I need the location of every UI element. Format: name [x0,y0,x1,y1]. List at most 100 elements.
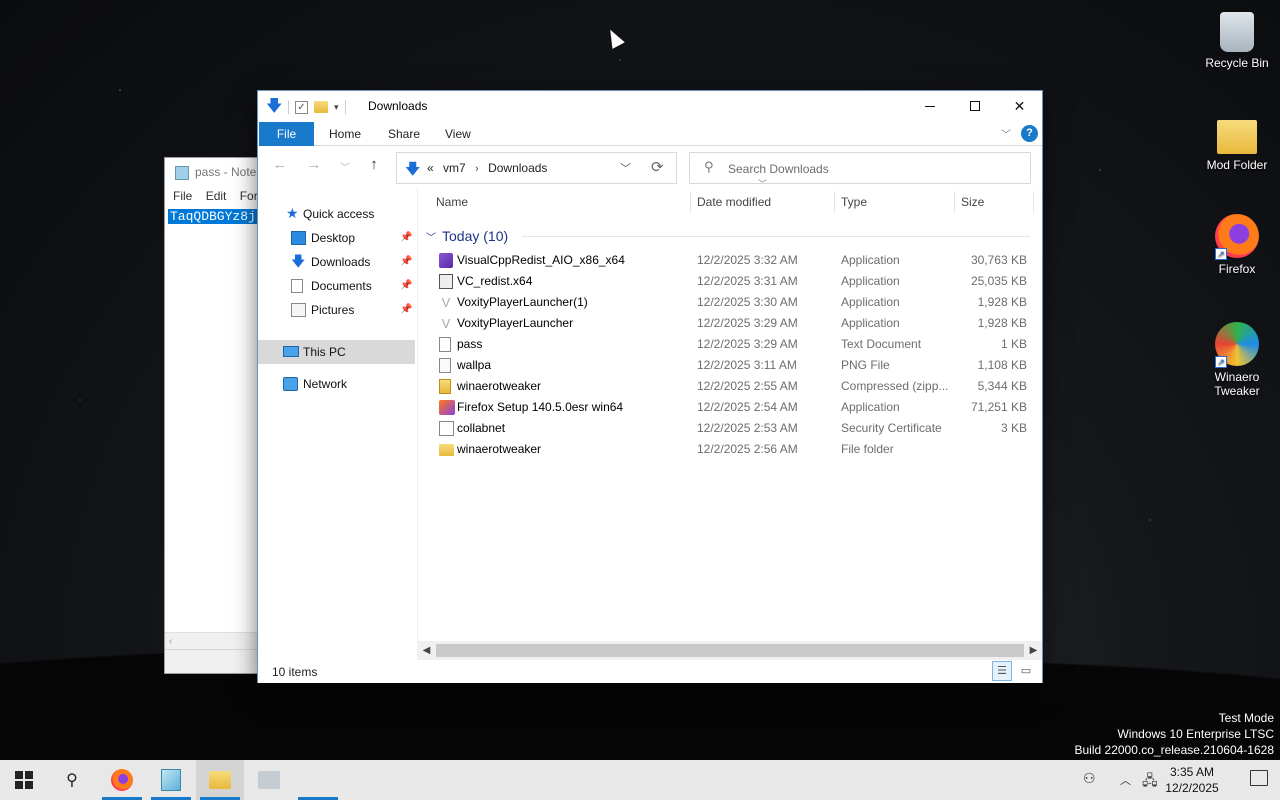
breadcrumb-vm7[interactable]: vm7 [443,161,466,175]
large-icons-view-button[interactable]: ▭ [1016,661,1036,681]
desktop-icon-recycle-bin[interactable]: Recycle Bin [1197,6,1277,70]
refresh-button[interactable]: ⟳ [651,158,664,176]
nav-network[interactable]: Network [258,372,415,396]
notepad-window[interactable]: pass - Notepad File Edit Format TaqQDBGY… [164,157,264,674]
file-row[interactable]: wallpa 12/2/2025 3:11 AM PNG File 1,108 … [418,355,1034,376]
customize-toolbar-chevron-icon[interactable]: ▾ [334,102,339,113]
details-view-button[interactable]: ☰ [992,661,1012,681]
star-icon: ★ [286,205,299,221]
properties-icon[interactable]: ✓ [295,100,308,114]
show-hidden-icons-chevron-icon[interactable]: ︿ [1120,772,1131,788]
breadcrumb-downloads[interactable]: Downloads [488,161,547,175]
pin-icon[interactable]: 📌 [400,298,412,322]
voxity-app-icon: V [441,316,451,331]
file-name: VC_redist.x64 [457,274,533,288]
column-name[interactable]: Name [436,187,468,217]
scroll-right-icon[interactable]: ▶ [1025,641,1042,660]
nav-documents[interactable]: Documents 📌 [258,274,415,298]
expand-ribbon-chevron-icon[interactable]: ﹀ [1001,126,1011,141]
desktop-icon-winaero-tweaker[interactable]: ↗ Winaero Tweaker [1197,322,1277,398]
column-date-modified[interactable]: Date modified [697,187,771,217]
address-dropdown-chevron-icon[interactable]: ﹀ [620,160,631,176]
file-row[interactable]: VisualCppRedist_AIO_x86_x64 12/2/2025 3:… [418,250,1034,271]
taskbar-notepad[interactable] [147,760,195,800]
tab-view[interactable]: View [445,122,471,146]
file-row[interactable]: V VoxityPlayerLauncher(1) 12/2/2025 3:30… [418,292,1034,313]
breadcrumb-separator-icon[interactable]: › [475,163,479,175]
pin-icon[interactable]: 📌 [400,274,412,298]
nav-downloads[interactable]: 🡇 Downloads 📌 [258,250,415,274]
notifications-icon[interactable] [1250,770,1268,786]
file-row[interactable]: Firefox Setup 140.5.0esr win64 12/2/2025… [418,397,1034,418]
search-box[interactable]: ⚲ [689,152,1031,184]
file-row[interactable]: winaerotweaker 12/2/2025 2:56 AM File fo… [418,439,1034,460]
search-button[interactable]: ⚲ [48,760,96,800]
file-row[interactable]: VC_redist.x64 12/2/2025 3:31 AM Applicat… [418,271,1034,292]
notepad-menu-file[interactable]: File [173,189,192,203]
column-divider[interactable] [834,191,835,213]
column-divider[interactable] [954,191,955,213]
maximize-button[interactable] [952,91,997,121]
column-type[interactable]: Type [841,187,867,217]
column-size[interactable]: Size [961,187,984,217]
desktop-icon-label: Mod Folder [1206,158,1268,172]
breadcrumb-overflow[interactable]: « [427,161,434,175]
nav-pictures[interactable]: Pictures 📌 [258,298,415,322]
notepad-titlebar[interactable]: pass - Notepad [165,158,263,186]
explorer-titlebar[interactable]: 🡇 ✓ ▾ Downloads ✕ [258,91,1042,122]
taskbar-firefox[interactable] [98,760,146,800]
group-header-today[interactable]: ﹀ Today (10) [426,226,508,246]
notepad-selected-text[interactable]: TaqQDBGYz8j [168,209,258,224]
scrollbar-thumb[interactable] [436,644,1024,657]
watermark-test-mode: Test Mode [1218,711,1274,725]
clock[interactable]: 3:35 AM 12/2/2025 [1162,764,1222,796]
winaero-tweaker-icon: ↗ [1215,322,1259,368]
pin-icon[interactable]: 📌 [400,250,412,274]
people-icon[interactable]: ⚇ [1083,770,1096,787]
scroll-left-icon[interactable]: ◀ [418,641,435,660]
desktop-icon-mod-folder[interactable]: Mod Folder [1197,110,1277,172]
up-button[interactable]: ↑ [364,156,384,173]
address-bar[interactable]: 🡇 « vm7 › Downloads ﹀ ⟳ [396,152,677,184]
this-pc-icon [283,346,299,357]
close-button[interactable]: ✕ [997,91,1042,121]
recent-locations-chevron-icon[interactable]: ﹀ [335,159,355,174]
taskbar-running-app[interactable] [294,760,342,800]
nav-label: Pictures [311,303,355,317]
start-button[interactable] [0,760,48,800]
collapse-chevron-icon[interactable]: ﹀ [426,233,436,244]
file-explorer-window[interactable]: 🡇 ✓ ▾ Downloads ✕ File Home Share View ﹀… [257,90,1043,683]
pin-icon[interactable]: 📌 [400,226,412,250]
zip-folder-icon [439,379,451,394]
minimize-button[interactable] [907,91,952,121]
new-folder-icon[interactable] [314,101,328,113]
search-input[interactable] [728,160,1018,177]
forward-button[interactable]: → [304,156,324,173]
file-row[interactable]: V VoxityPlayerLauncher 12/2/2025 3:29 AM… [418,313,1034,334]
nav-desktop[interactable]: Desktop 📌 [258,226,415,250]
tab-file[interactable]: File [259,122,314,146]
file-row[interactable]: pass 12/2/2025 3:29 AM Text Document 1 K… [418,334,1034,355]
taskbar-pinned-app[interactable] [245,760,293,800]
back-button[interactable]: ← [270,156,290,173]
nav-label: Network [303,377,348,391]
network-status-icon[interactable]: 🖧 [1142,770,1158,794]
file-row[interactable]: collabnet 12/2/2025 2:53 AM Security Cer… [418,418,1034,439]
column-divider[interactable] [1033,191,1034,213]
file-row[interactable]: winaerotweaker 12/2/2025 2:55 AM Compres… [418,376,1034,397]
group-label: Today (10) [442,228,509,244]
notepad-horizontal-scrollbar[interactable]: ‹ [165,632,263,649]
taskbar-file-explorer[interactable] [196,760,244,800]
scroll-left-icon[interactable]: ‹ [169,636,172,647]
nav-this-pc[interactable]: This PC [258,340,415,364]
nav-quick-access[interactable]: ★ Quick access [258,202,415,226]
desktop-icon-firefox[interactable]: ↗ Firefox [1197,214,1277,276]
tab-share[interactable]: Share [388,122,420,146]
taskbar: ⚲ ⚇ ︿ 🖧 3:35 AM 12/2/2025 [0,760,1280,800]
tab-home[interactable]: Home [329,122,361,146]
horizontal-scrollbar[interactable]: ◀ ▶ [418,641,1042,660]
column-divider[interactable] [690,191,691,213]
help-button[interactable]: ? [1021,125,1038,142]
file-name: winaerotweaker [457,442,542,456]
notepad-menu-edit[interactable]: Edit [206,189,227,203]
